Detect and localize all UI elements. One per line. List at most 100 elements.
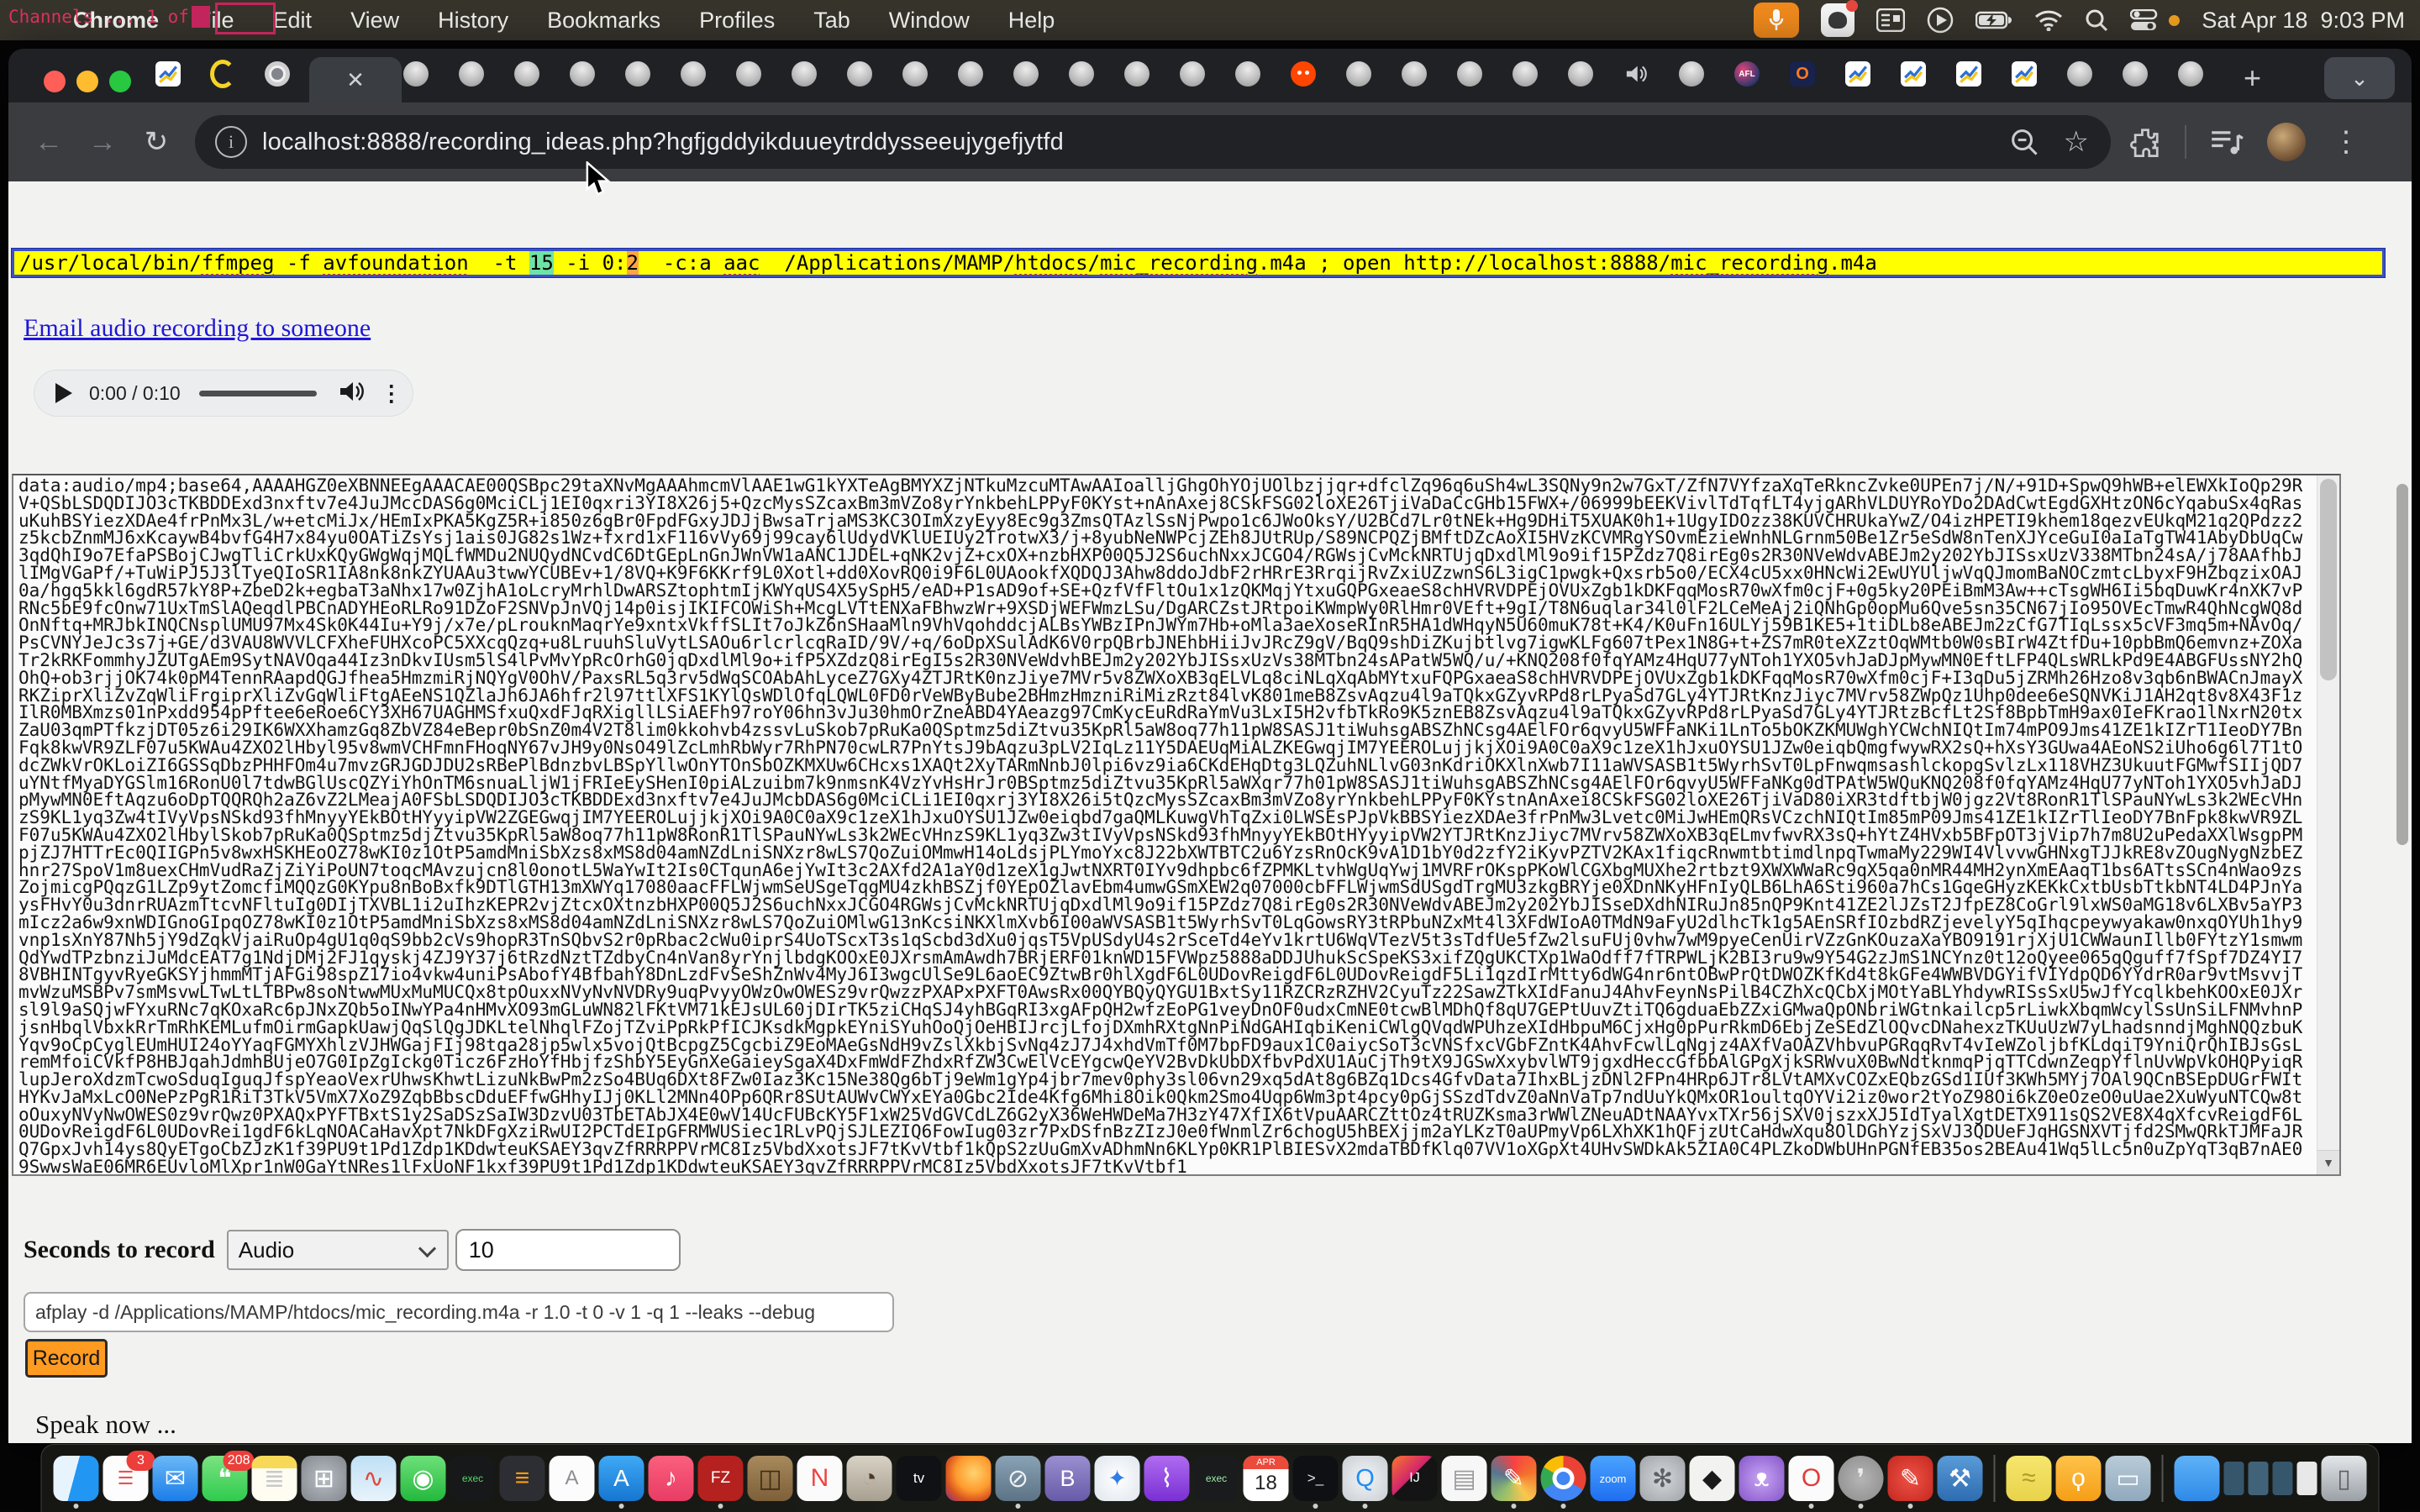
pinned-tab-gray-icon[interactable]: [792, 61, 817, 87]
player-progress-bar[interactable]: [199, 391, 317, 396]
dock-item-stickies[interactable]: ≈: [2007, 1456, 2052, 1501]
menu-item-history[interactable]: History: [418, 8, 528, 34]
dock-item-lightbulb[interactable]: ϙ: [2056, 1456, 2102, 1501]
zoom-out-page-icon[interactable]: [2010, 128, 2039, 156]
dock-item-notes[interactable]: ≣: [252, 1456, 297, 1501]
dock-item-cat-app[interactable]: ᴥ: [1739, 1456, 1785, 1501]
menu-item-bookmarks[interactable]: Bookmarks: [528, 8, 680, 34]
dock-item-calculator[interactable]: ≡: [500, 1456, 545, 1501]
dock-item-keychain-brown[interactable]: ◫: [748, 1456, 793, 1501]
dock-item-app-store[interactable]: A: [599, 1456, 644, 1501]
pinned-tab-chart-icon[interactable]: [1901, 61, 1926, 87]
pinned-tab-chart-icon[interactable]: [2012, 61, 2037, 87]
menu-item-help[interactable]: Help: [989, 8, 1075, 34]
site-info-icon[interactable]: i: [215, 126, 247, 158]
pinned-tab-gray-icon[interactable]: [1013, 61, 1039, 87]
play-button[interactable]: [55, 383, 72, 403]
pinned-tab-gray-icon[interactable]: [1180, 61, 1205, 87]
dock-item-trash[interactable]: ▯: [2322, 1456, 2367, 1501]
dock-item-mail[interactable]: ✉: [153, 1456, 198, 1501]
pinned-tab-gray-icon[interactable]: [459, 61, 484, 87]
pinned-tab-chart-icon[interactable]: [1956, 61, 1981, 87]
dock-item-system-settings[interactable]: ✻: [1640, 1456, 1686, 1501]
pinned-tab-gray-icon[interactable]: [2123, 61, 2148, 87]
pinned-tab-gray-icon[interactable]: [1457, 61, 1482, 87]
dock-item-apple-tv[interactable]: tv: [897, 1456, 942, 1501]
dock-item-podcasts[interactable]: ⌇: [1144, 1456, 1190, 1501]
dock-item-zoom[interactable]: zoom: [1591, 1456, 1636, 1501]
forward-button[interactable]: →: [76, 126, 129, 159]
dock-item-iterm[interactable]: >_: [1293, 1456, 1339, 1501]
pinned-tab-gray-icon[interactable]: [570, 61, 595, 87]
scrollbar-thumb[interactable]: [2320, 479, 2337, 680]
pinned-tab-chromegray-icon[interactable]: [265, 61, 290, 87]
pinned-tab-gray-icon[interactable]: [1235, 61, 1260, 87]
textarea-scrollbar[interactable]: ▼: [2317, 475, 2339, 1174]
dock-item-preview-photo[interactable]: ▭: [2106, 1456, 2151, 1501]
pinned-tab-afl-icon[interactable]: AFL: [1734, 61, 1760, 87]
extensions-puzzle-icon[interactable]: [2129, 126, 2161, 158]
dock-item-downloads[interactable]: [2175, 1456, 2220, 1501]
dock-item-calendar[interactable]: APR18: [1244, 1456, 1289, 1501]
pinned-tab-gray-icon[interactable]: [1346, 61, 1371, 87]
dock-item-mamp-gray[interactable]: ❜: [1839, 1456, 1884, 1501]
dock-item-screen-block[interactable]: ⊘: [996, 1456, 1041, 1501]
pinned-tab-orangeo-icon[interactable]: O: [1790, 61, 1815, 87]
pinned-tab-gray-icon[interactable]: [514, 61, 539, 87]
dock-item-facetime[interactable]: ◉: [401, 1456, 446, 1501]
dock-item-libreoffice[interactable]: ▤: [1442, 1456, 1487, 1501]
dock-item-messages[interactable]: ❝208: [203, 1456, 248, 1501]
afplay-command-input[interactable]: afplay -d /Applications/MAMP/htdocs/mic_…: [24, 1292, 894, 1332]
dock-item-dial-red[interactable]: ✎: [1888, 1456, 1933, 1501]
dock-item-finder[interactable]: [54, 1456, 99, 1501]
window-manager-icon[interactable]: [1876, 8, 1905, 32]
record-button[interactable]: Record: [25, 1339, 108, 1378]
page-scrollbar-thumb[interactable]: [2396, 484, 2408, 845]
notification-app-icon[interactable]: [1821, 3, 1854, 37]
dock-item-news[interactable]: N: [797, 1456, 843, 1501]
menu-item-window[interactable]: Window: [870, 8, 989, 34]
pinned-tab-gray-icon[interactable]: [1679, 61, 1704, 87]
dock-item-bbedit[interactable]: B: [1045, 1456, 1091, 1501]
dock-item-firefox[interactable]: [946, 1456, 992, 1501]
bookmark-star-icon[interactable]: ☆: [2064, 125, 2089, 159]
dock-item-reminders[interactable]: ☰3: [103, 1456, 149, 1501]
pinned-tab-spinner-icon[interactable]: [210, 61, 235, 87]
dock-item-music[interactable]: ♪: [649, 1456, 694, 1501]
base64-textarea[interactable]: data:audio/mp4;base64,AAAAHGZ0eXBNNEEgAA…: [12, 474, 2341, 1176]
wifi-icon[interactable]: [2034, 9, 2063, 31]
media-type-select[interactable]: Audio: [227, 1230, 449, 1270]
window-close-button[interactable]: [44, 71, 66, 92]
reload-button[interactable]: ↻: [129, 125, 183, 159]
profile-avatar[interactable]: [2267, 123, 2306, 161]
dock-item-chrome[interactable]: [1541, 1456, 1586, 1501]
tab-search-button[interactable]: ⌄: [2324, 57, 2395, 99]
spotlight-search-icon[interactable]: [2085, 8, 2108, 32]
ffmpeg-command-input[interactable]: /usr/local/bin/ffmpeg -f avfoundation -t…: [12, 249, 2385, 277]
play-status-icon[interactable]: [1927, 7, 1954, 34]
dock-item-builder-blue[interactable]: ⚒: [1938, 1456, 1983, 1501]
volume-icon[interactable]: [339, 380, 364, 407]
tab-close-icon[interactable]: ✕: [346, 67, 365, 93]
seconds-input[interactable]: 10: [455, 1229, 681, 1271]
dock-item-intellij[interactable]: IJ: [1392, 1456, 1438, 1501]
url-text[interactable]: localhost:8888/recording_ideas.php?hgfjg…: [262, 129, 1064, 156]
window-zoom-button[interactable]: [109, 71, 131, 92]
chrome-menu-icon[interactable]: ⋮: [2329, 125, 2363, 159]
pinned-tab-chart-icon[interactable]: [1845, 61, 1870, 87]
pinned-tab-gray-icon[interactable]: [2067, 61, 2092, 87]
dock-item-min-chrome-window[interactable]: [2297, 1462, 2317, 1495]
active-tab[interactable]: ✕: [309, 57, 402, 102]
pinned-tab-chart-icon[interactable]: [155, 61, 181, 87]
player-menu-icon[interactable]: ⋮: [381, 381, 402, 407]
dock-item-launchpad[interactable]: ⊞: [302, 1456, 347, 1501]
media-controls-icon[interactable]: [2210, 128, 2244, 156]
pinned-tab-gray-icon[interactable]: [403, 61, 429, 87]
pinned-tab-reddit-icon[interactable]: [1291, 61, 1316, 87]
pinned-tab-gray-icon[interactable]: [902, 61, 928, 87]
pinned-tab-gray-icon[interactable]: [1512, 61, 1538, 87]
email-recording-link[interactable]: Email audio recording to someone: [24, 314, 371, 343]
dock-item-quicktime[interactable]: Q: [1343, 1456, 1388, 1501]
control-center-icon[interactable]: [2130, 9, 2159, 31]
dock-item-waveform-app[interactable]: ∿: [351, 1456, 397, 1501]
